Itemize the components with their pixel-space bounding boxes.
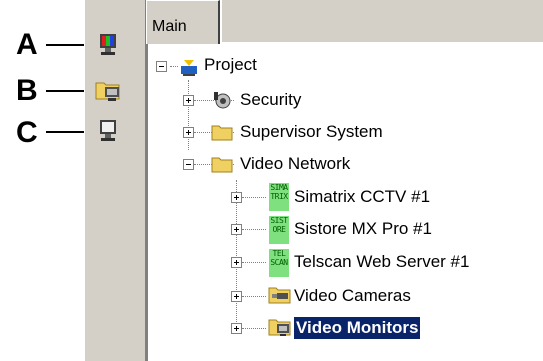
project-tree: Project Security Supervisor System Video… (146, 44, 543, 361)
expand-sistore-toggle[interactable] (231, 224, 242, 235)
callout-a-label: A (16, 28, 38, 61)
collapse-video-network-toggle[interactable] (183, 159, 194, 170)
callout-c-label: C (16, 116, 38, 149)
sistore-icon: SIST ORE (269, 216, 289, 244)
tree-connector (242, 229, 266, 231)
tree-item-security[interactable]: Security (240, 89, 301, 111)
toolbar-button-b[interactable] (93, 75, 123, 105)
tree-connector (242, 328, 266, 330)
tree-connector (170, 66, 178, 68)
expand-video-monitors-toggle[interactable] (231, 323, 242, 334)
tree-item-video-monitors[interactable]: Video Monitors (292, 316, 422, 340)
tree-item-supervisor-system[interactable]: Supervisor System (240, 121, 383, 143)
tree-item-telscan[interactable]: Telscan Web Server #1 (294, 251, 469, 273)
callout-b-line (46, 90, 84, 92)
camera-folder-icon (268, 284, 291, 304)
tab-strip-background (222, 0, 543, 43)
tree-item-sistore[interactable]: Sistore MX Pro #1 (294, 218, 432, 240)
telscan-icon: TEL SCAN (269, 249, 289, 277)
expand-supervisor-toggle[interactable] (183, 127, 194, 138)
folder-open-icon (211, 154, 233, 174)
tree-item-video-network[interactable]: Video Network (240, 153, 350, 175)
callout-b-label: B (16, 74, 38, 107)
vertical-toolbar (84, 0, 131, 361)
tab-main[interactable]: Main (146, 0, 220, 44)
folder-icon (211, 122, 233, 142)
tree-item-project[interactable]: Project (204, 54, 257, 76)
expand-simatrix-toggle[interactable] (231, 192, 242, 203)
toolbar-button-c[interactable] (93, 116, 123, 146)
project-icon (178, 56, 200, 76)
splitter[interactable] (130, 0, 146, 361)
tree-item-video-cameras[interactable]: Video Cameras (294, 285, 411, 307)
simatrix-icon: SIMA TRIX (269, 183, 289, 211)
tree-connector (188, 80, 190, 150)
expand-security-toggle[interactable] (183, 95, 194, 106)
expand-video-cameras-toggle[interactable] (231, 291, 242, 302)
color-monitor-icon (100, 34, 116, 55)
expand-telscan-toggle[interactable] (231, 257, 242, 268)
collapse-project-toggle[interactable] (156, 61, 167, 72)
tree-connector (242, 197, 266, 199)
tree-item-simatrix[interactable]: Simatrix CCTV #1 (294, 186, 430, 208)
security-icon (211, 89, 233, 109)
tree-connector (242, 262, 266, 264)
toolbar-button-a[interactable] (93, 30, 123, 60)
tree-connector (242, 296, 266, 298)
monitor-icon (100, 120, 116, 141)
callout-c-line (46, 131, 84, 133)
callout-a-line (46, 44, 84, 46)
folder-monitor-icon (95, 82, 120, 101)
monitor-folder-icon (268, 316, 291, 336)
